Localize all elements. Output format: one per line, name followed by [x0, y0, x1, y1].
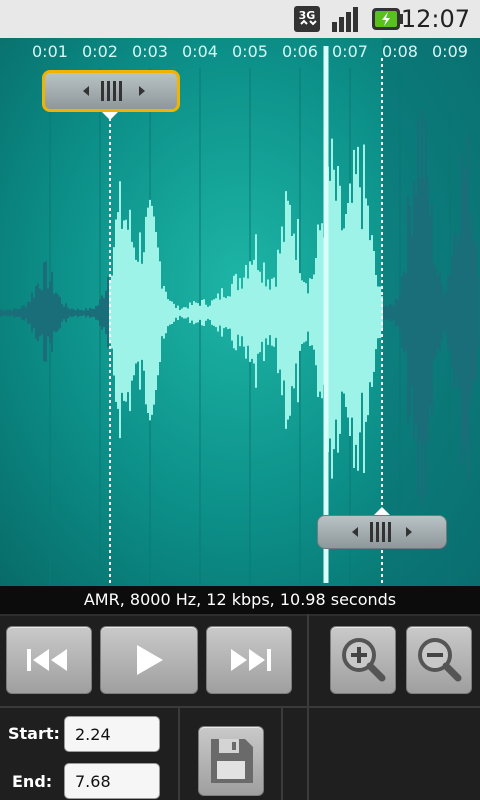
timeline-tick: 0:02 [82, 42, 118, 61]
signal-strength-icon [332, 7, 358, 32]
fast-forward-button[interactable] [206, 626, 292, 694]
status-bar: 3G 12:07 [0, 0, 480, 39]
divider [0, 614, 480, 616]
divider [0, 706, 480, 708]
zoom-out-button[interactable] [406, 626, 472, 694]
start-label: Start: [8, 724, 60, 743]
start-marker-handle[interactable] [42, 70, 180, 112]
audio-info-bar: AMR, 8000 Hz, 12 kbps, 10.98 seconds [0, 586, 480, 614]
zoom-out-icon [418, 638, 462, 682]
save-button[interactable] [198, 726, 264, 796]
end-marker-handle[interactable] [317, 515, 447, 549]
timeline-tick: 0:04 [182, 42, 218, 61]
network-3g-label: 3G [299, 9, 316, 22]
timeline-tick: 0:07 [332, 42, 368, 61]
play-button[interactable] [100, 626, 198, 694]
network-3g-icon: 3G [294, 6, 320, 32]
zoom-in-icon [342, 638, 386, 682]
end-label: End: [12, 772, 53, 791]
drag-grip-icon [352, 522, 412, 542]
waveform-view[interactable]: 0:01 0:02 0:03 0:04 0:05 0:06 0:07 0:08 0:09 [0, 38, 480, 586]
zoom-in-button[interactable] [330, 626, 396, 694]
fast-forward-icon [231, 649, 271, 671]
waveform-selected [109, 138, 383, 479]
rewind-icon [27, 649, 67, 671]
timeline-tick: 0:06 [282, 42, 318, 61]
start-marker-pointer [102, 112, 118, 120]
battery-charging-icon [372, 8, 403, 30]
status-clock: 12:07 [400, 5, 470, 33]
drag-grip-icon [83, 81, 145, 101]
play-icon [137, 645, 163, 675]
divider [178, 708, 180, 800]
controls-panel: Start: 2.24 End: 7.68 [0, 614, 480, 800]
timeline-tick: 0:05 [232, 42, 268, 61]
start-time-field[interactable]: 2.24 [64, 716, 160, 752]
save-icon [211, 739, 253, 783]
waveform-canvas [0, 38, 480, 586]
end-time-field[interactable]: 7.68 [64, 763, 160, 799]
rewind-button[interactable] [6, 626, 92, 694]
divider [281, 708, 283, 800]
timeline-tick: 0:09 [432, 42, 468, 61]
timeline-tick: 0:01 [32, 42, 68, 61]
timeline-tick: 0:03 [132, 42, 168, 61]
timeline-tick: 0:08 [382, 42, 418, 61]
